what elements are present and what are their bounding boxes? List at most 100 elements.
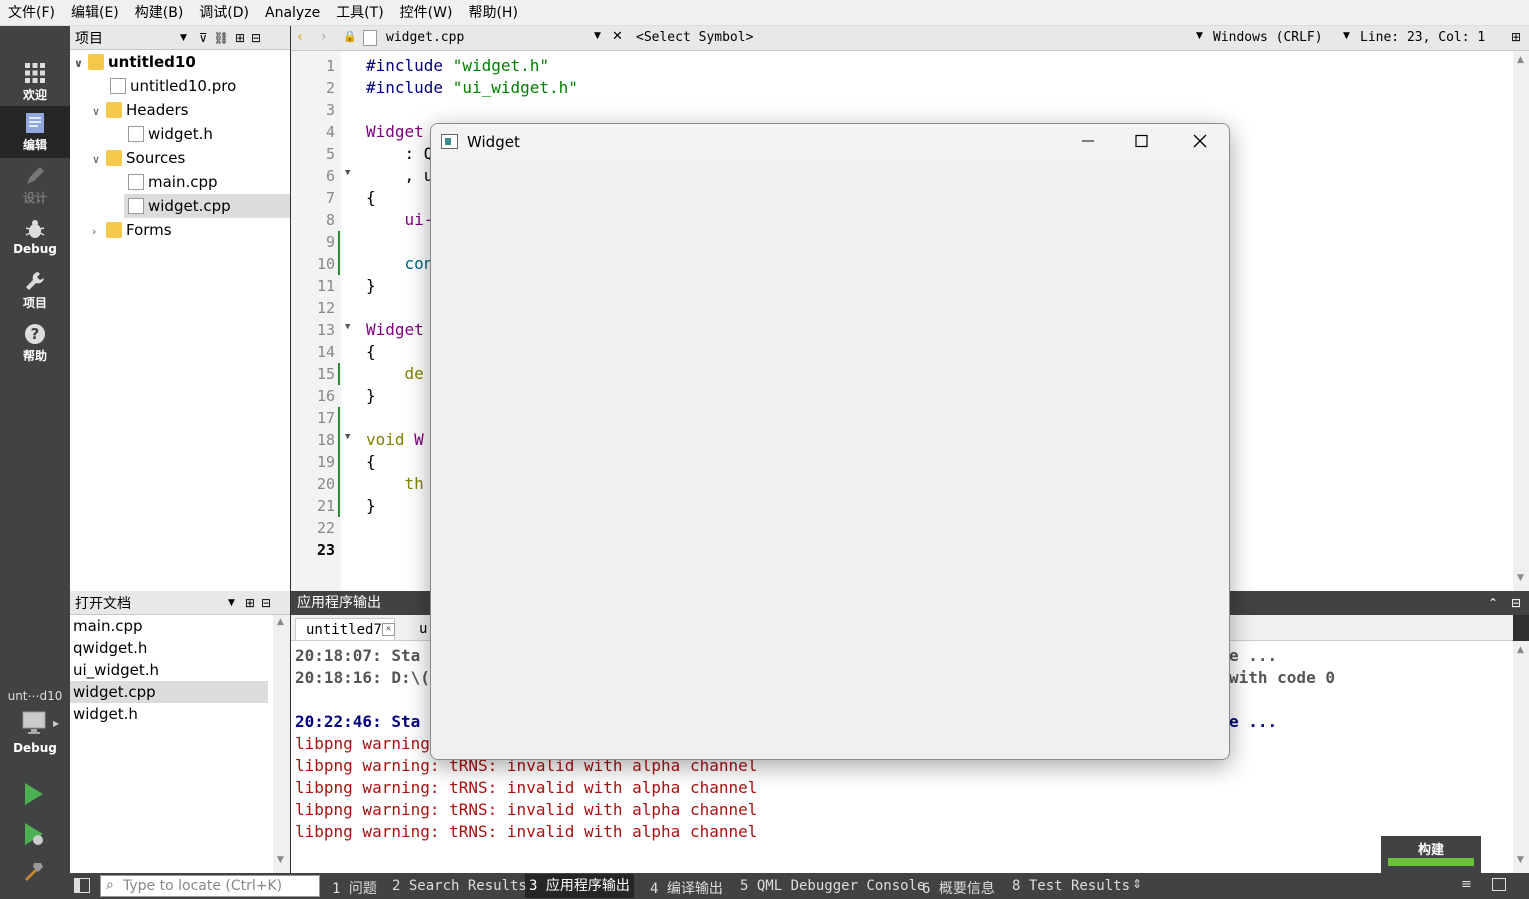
mode-projects[interactable]: 项目 [0, 264, 70, 316]
menu-tools[interactable]: 工具(T) [328, 0, 391, 26]
maximize-button[interactable] [1129, 130, 1153, 152]
run-button[interactable] [22, 781, 46, 811]
open-doc-item[interactable]: qwidget.h [70, 637, 268, 659]
scroll-up-icon[interactable]: ▲ [1517, 645, 1524, 655]
folder-icon [106, 222, 122, 238]
progress-details-icon[interactable]: ≡ [1461, 877, 1472, 892]
mode-debug-label: Debug [13, 242, 57, 256]
menu-controls[interactable]: 控件(W) [392, 0, 461, 26]
close-pane-icon[interactable]: ⊟ [261, 596, 271, 610]
forward-icon[interactable]: › [321, 29, 327, 45]
menu-analyze[interactable]: Analyze [257, 0, 328, 26]
split-icon[interactable]: ⊞ [1511, 30, 1521, 44]
current-file[interactable]: widget.cpp [386, 30, 464, 45]
tree-item-main-cpp[interactable]: main.cpp [128, 170, 218, 194]
output-line: libpng warning: tRNS: invalid with alpha… [295, 800, 758, 819]
menu-build[interactable]: 构建(B) [127, 0, 192, 26]
split-icon[interactable]: ⊞ [235, 31, 245, 45]
output-scrollbar[interactable]: ▲ ▼ [1513, 641, 1529, 873]
tree-item-sources[interactable]: ∨ Sources [92, 146, 185, 170]
output-tab[interactable]: untitled7 ✕ [295, 618, 395, 640]
link-icon[interactable]: ⛓ [214, 31, 229, 45]
code-line: { [366, 342, 376, 361]
open-doc-item[interactable]: widget.h [70, 703, 268, 725]
tree-item-widget-cpp[interactable]: widget.cpp [124, 194, 290, 218]
pro-file-icon [110, 78, 126, 94]
symbol-selector[interactable]: <Select Symbol> [636, 30, 753, 45]
mode-welcome[interactable]: 欢迎 [0, 56, 70, 108]
open-doc-item[interactable]: main.cpp [70, 615, 268, 637]
status-tab-issues[interactable]: 1 问题 [332, 878, 377, 898]
tree-item-widget-h[interactable]: widget.h [128, 122, 213, 146]
line-number: 22 [316, 519, 335, 537]
close-tab-icon[interactable]: ✕ [382, 623, 395, 636]
fold-icon[interactable]: ▼ [345, 432, 350, 442]
line-number: 8 [325, 211, 335, 229]
menu-edit[interactable]: 编辑(E) [63, 0, 127, 26]
tree-item-project[interactable]: ∨ untitled10 [74, 50, 196, 74]
status-tab-general[interactable]: 6 概要信息 [922, 878, 995, 898]
view-dropdown-icon[interactable]: ▼ [180, 33, 187, 43]
status-tab-qml[interactable]: 5 QML Debugger Console [740, 878, 925, 894]
scrollbar[interactable]: ▲ ▼ [273, 615, 290, 873]
menu-file[interactable]: 文件(F) [0, 0, 63, 26]
scroll-up-icon[interactable]: ▲ [1517, 55, 1524, 65]
tree-item-headers[interactable]: ∨ Headers [92, 98, 188, 122]
kit-selector[interactable]: ▶ Debug [0, 707, 70, 757]
line-number: 11 [316, 277, 335, 295]
fold-icon[interactable]: ▼ [345, 168, 350, 178]
mode-design[interactable]: 设计 [0, 159, 70, 211]
line-number: 10 [316, 255, 335, 273]
mode-debug[interactable]: Debug [0, 212, 70, 264]
code-line: th [366, 474, 424, 493]
back-icon[interactable]: ‹ [297, 29, 303, 45]
status-tab-search[interactable]: 2 Search Results [392, 878, 527, 894]
close-pane-icon[interactable]: ⊟ [1511, 591, 1521, 615]
encoding-dropdown-icon[interactable]: ▼ [1343, 31, 1350, 41]
mode-help[interactable]: ? 帮助 [0, 317, 70, 369]
build-button[interactable] [22, 859, 46, 887]
monitor-icon [22, 711, 48, 739]
editor-scrollbar[interactable]: ▲ ▼ [1513, 51, 1529, 591]
open-doc-item[interactable]: ui_widget.h [70, 659, 268, 681]
mode-edit[interactable]: 编辑 [0, 106, 70, 158]
open-doc-item[interactable]: widget.cpp [70, 681, 268, 703]
scroll-down-icon[interactable]: ▼ [277, 855, 284, 865]
toggle-sidebar-icon[interactable] [74, 878, 90, 893]
status-tab-app-output[interactable]: 3 应用程序输出 [525, 874, 634, 898]
toggle-right-sidebar-icon[interactable] [1492, 878, 1506, 891]
minimize-button[interactable] [1076, 130, 1100, 152]
widget-window[interactable]: Widget [430, 123, 1230, 760]
build-progress[interactable]: 构建 [1381, 836, 1481, 873]
menu-help[interactable]: 帮助(H) [460, 0, 525, 26]
scroll-down-icon[interactable]: ▼ [1517, 855, 1524, 865]
debug-run-button[interactable] [22, 821, 46, 851]
encoding-selector[interactable]: Windows (CRLF) [1213, 30, 1323, 45]
line-number: 16 [316, 387, 335, 405]
minimize-icon [1082, 140, 1094, 142]
widget-title-bar[interactable]: Widget [431, 124, 1229, 160]
tree-label: widget.h [148, 125, 213, 143]
menu-debug[interactable]: 调试(D) [191, 0, 257, 26]
project-folder-icon [88, 54, 104, 70]
fold-icon[interactable]: ▼ [345, 322, 350, 332]
more-tabs-icon[interactable]: ⇕ [1132, 877, 1142, 891]
dropdown-icon[interactable]: ▼ [228, 598, 235, 608]
status-tab-tests[interactable]: 8 Test Results [1012, 878, 1130, 894]
symbol-dropdown-icon[interactable]: ▼ [1196, 31, 1203, 41]
tree-item-forms[interactable]: › Forms [92, 218, 172, 242]
tree-item-pro[interactable]: untitled10.pro [110, 74, 236, 98]
filter-icon[interactable]: ⊽ [199, 31, 208, 45]
split-icon[interactable]: ⊞ [245, 596, 255, 610]
file-dropdown-icon[interactable]: ▼ [594, 31, 601, 41]
close-file-icon[interactable]: ✕ [612, 29, 623, 44]
scroll-up-icon[interactable]: ▲ [277, 617, 284, 627]
maximize-pane-icon[interactable]: ⌃ [1488, 591, 1498, 615]
line-number: 18 [316, 431, 335, 449]
scroll-down-icon[interactable]: ▼ [1517, 573, 1524, 583]
locator-input[interactable]: ⌕ Type to locate (Ctrl+K) [100, 875, 320, 897]
close-pane-icon[interactable]: ⊟ [251, 31, 261, 45]
status-tab-compile[interactable]: 4 编译输出 [650, 878, 723, 898]
close-button[interactable] [1188, 130, 1212, 152]
output-tab[interactable]: u [419, 618, 427, 640]
